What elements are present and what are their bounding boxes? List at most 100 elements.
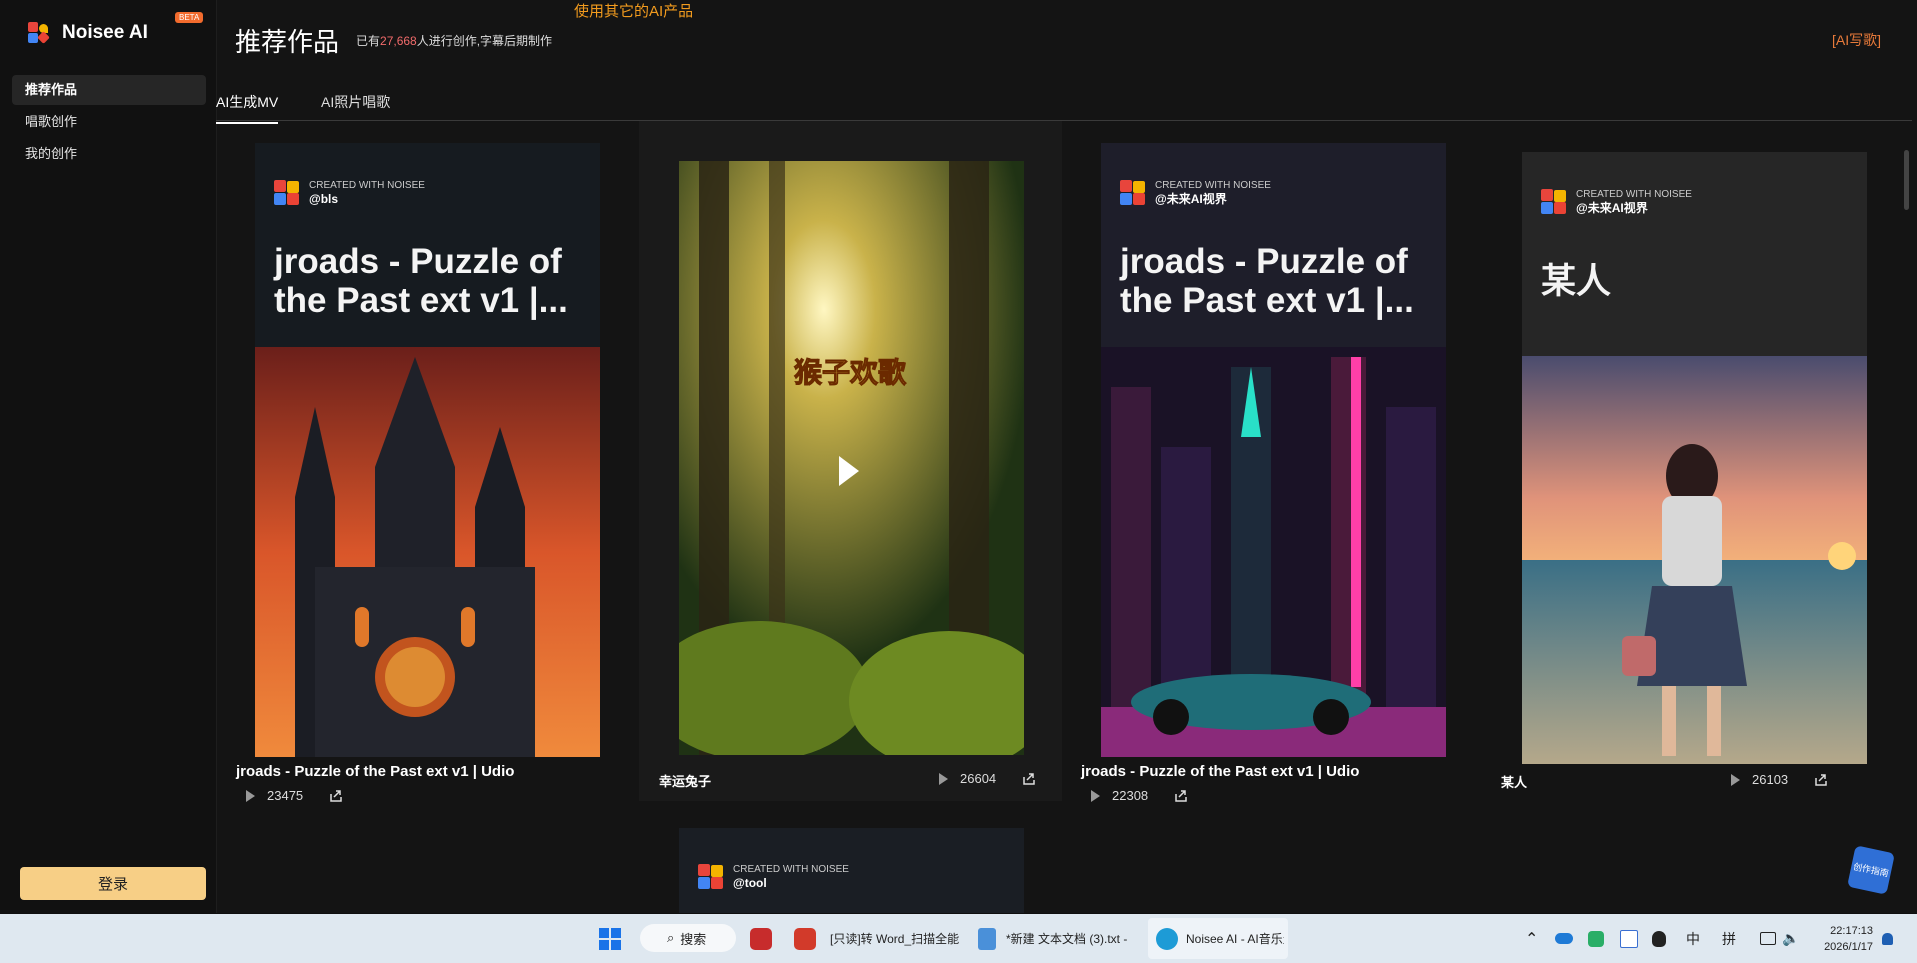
pdf-app-icon	[750, 927, 772, 950]
wps-app-icon	[794, 927, 816, 950]
creator-badge: CREATED WITH NOISEE @bls	[274, 179, 425, 207]
cover-headline: jroads - Puzzle of the Past ext v1 |...	[1120, 242, 1414, 320]
ai-songwriting-link[interactable]: [AI写歌]	[1832, 30, 1881, 50]
play-count-icon	[246, 789, 255, 802]
play-stats: 26604	[939, 771, 1036, 786]
play-count-icon	[939, 772, 948, 785]
gothic-cathedral-artwork	[255, 347, 600, 757]
wechat-icon[interactable]	[1588, 914, 1604, 963]
sidebar: Noisee AI BETA 推荐作品 唱歌创作 我的创作 登录	[0, 0, 217, 913]
taskbar-search[interactable]: ⌕ 搜索	[640, 924, 736, 952]
stats-prefix: 已有	[356, 34, 381, 48]
stats-suffix: 人进行创作,字幕后期制作	[416, 34, 553, 48]
work-card[interactable]: CREATED WITH NOISEE @未来AI视界 jroads - Puz…	[1061, 121, 1451, 821]
work-title[interactable]: 某人	[1501, 772, 1527, 791]
stats-count: 27,668	[380, 34, 417, 48]
scrollbar-thumb[interactable]	[1904, 150, 1909, 210]
badge-text: CREATED WITH NOISEE	[1155, 180, 1271, 191]
tab-ai-photo-singing[interactable]: AI照片唱歌	[321, 92, 390, 122]
author-handle: @未来AI视界	[1155, 192, 1227, 206]
neon-city-car-artwork	[1101, 347, 1446, 757]
share-icon[interactable]	[1174, 789, 1188, 803]
card-cover[interactable]: 猴子欢歌	[679, 161, 1024, 755]
play-stats: 22308	[1091, 788, 1188, 803]
login-button[interactable]: 登录	[20, 867, 206, 900]
author-handle: @tool	[733, 876, 767, 890]
noisee-logo-icon	[274, 180, 300, 206]
creator-stats: 已有27,668人进行创作,字幕后期制作	[356, 32, 552, 49]
page-header: 推荐作品 已有27,668人进行创作,字幕后期制作 使用其它的AI产品 [AI写…	[216, 0, 1901, 80]
taskbar-app-notepad[interactable]: *新建 文本文档 (3).txt -	[978, 914, 1127, 963]
cover-headline: 某人	[1541, 262, 1612, 301]
brand-name: Noisee AI	[62, 22, 148, 43]
onedrive-icon[interactable]	[1555, 914, 1573, 963]
tab-ai-mv[interactable]: AI生成MV	[216, 92, 279, 124]
cover-headline: jroads - Puzzle of the Past ext v1 |...	[274, 242, 568, 320]
qq-icon[interactable]	[1652, 914, 1666, 963]
work-title[interactable]: jroads - Puzzle of the Past ext v1 | Udi…	[1081, 763, 1359, 780]
windows-start-icon	[599, 927, 621, 950]
noisee-logo-icon	[1120, 180, 1146, 206]
work-card[interactable]: 猴子欢歌 幸运兔子 26604	[639, 121, 1062, 801]
share-icon[interactable]	[329, 789, 343, 803]
ime-mode[interactable]: 中	[1686, 914, 1700, 963]
start-button[interactable]	[598, 914, 622, 963]
play-stats: 23475	[246, 788, 343, 803]
badge-text: CREATED WITH NOISEE	[309, 180, 425, 191]
work-card[interactable]: CREATED WITH NOISEE @tool	[679, 828, 1024, 913]
page-title: 推荐作品	[235, 27, 340, 57]
dict-app-icon[interactable]	[1620, 914, 1638, 963]
share-icon[interactable]	[1814, 773, 1828, 787]
creator-badge: CREATED WITH NOISEE @tool	[698, 863, 849, 891]
card-cover[interactable]: CREATED WITH NOISEE @未来AI视界 某人	[1522, 152, 1867, 764]
play-count: 26604	[960, 771, 997, 786]
taskbar-app-label: [只读]转 Word_扫描全能	[830, 932, 960, 946]
badge-text: CREATED WITH NOISEE	[1576, 189, 1692, 200]
author-handle: @未来AI视界	[1576, 201, 1648, 215]
video-overlay-text: 猴子欢歌	[793, 357, 907, 389]
badge-text: CREATED WITH NOISEE	[733, 864, 849, 875]
other-products-link[interactable]: 使用其它的AI产品	[574, 0, 693, 21]
volume-icon[interactable]: 🔈	[1782, 914, 1799, 963]
ime-pinyin[interactable]: 拼	[1722, 914, 1736, 963]
edge-browser-icon	[1156, 927, 1178, 950]
card-cover[interactable]: CREATED WITH NOISEE @tool	[679, 828, 1024, 913]
chevron-up-icon[interactable]: ⌃	[1525, 914, 1538, 963]
play-count: 26103	[1752, 772, 1789, 787]
tab-bar: AI生成MV AI照片唱歌	[216, 80, 1912, 124]
work-card[interactable]: CREATED WITH NOISEE @未来AI视界 某人 某人 26103	[1481, 121, 1881, 821]
beach-sunset-girl-artwork	[1522, 356, 1867, 764]
sidebar-item-recommended[interactable]: 推荐作品	[12, 75, 206, 105]
brand-logo[interactable]: Noisee AI	[28, 22, 148, 44]
notification-bell-icon[interactable]	[1882, 914, 1893, 963]
card-cover[interactable]: CREATED WITH NOISEE @未来AI视界 jroads - Puz…	[1101, 143, 1446, 757]
taskbar-app-edge[interactable]: Noisee AI - AI音乐生成器	[1148, 918, 1288, 959]
work-title[interactable]: jroads - Puzzle of the Past ext v1 | Udi…	[236, 763, 514, 780]
search-label: 搜索	[680, 931, 707, 947]
play-count: 23475	[267, 788, 304, 803]
search-icon: ⌕	[667, 930, 675, 945]
creator-badge: CREATED WITH NOISEE @未来AI视界	[1541, 188, 1692, 216]
taskbar-app-label: *新建 文本文档 (3).txt -	[1006, 932, 1128, 946]
work-title[interactable]: 幸运兔子	[659, 771, 711, 790]
beta-badge: BETA	[175, 12, 204, 23]
windows-taskbar: ⌕ 搜索 [只读]转 Word_扫描全能 *新建 文本文档 (3).txt - …	[0, 914, 1917, 963]
noisee-logo-icon	[1541, 189, 1567, 215]
taskbar-app-wps[interactable]: [只读]转 Word_扫描全能	[794, 914, 959, 963]
play-count-icon	[1091, 789, 1100, 802]
taskbar-app-pdf[interactable]	[750, 914, 772, 963]
taskbar-app-label: Noisee AI - AI音乐生成器	[1186, 932, 1284, 946]
play-stats: 26103	[1731, 772, 1828, 787]
notepad-app-icon	[978, 927, 996, 950]
sidebar-item-singing-creation[interactable]: 唱歌创作	[12, 107, 206, 137]
creation-guide-badge[interactable]: 创作指南	[1847, 845, 1895, 895]
sidebar-nav: 推荐作品 唱歌创作 我的创作	[12, 75, 206, 171]
sidebar-item-my-creations[interactable]: 我的创作	[12, 139, 206, 169]
share-icon[interactable]	[1022, 772, 1036, 786]
clock-time: 22:17:13	[1830, 925, 1873, 937]
work-card[interactable]: CREATED WITH NOISEE @bls jroads - Puzzle…	[216, 121, 606, 821]
card-cover[interactable]: CREATED WITH NOISEE @bls jroads - Puzzle…	[255, 143, 600, 757]
noisee-logo-icon	[28, 22, 50, 44]
network-icon[interactable]	[1760, 914, 1776, 963]
system-clock[interactable]: 22:17:13 2026/1/17	[1824, 923, 1873, 955]
